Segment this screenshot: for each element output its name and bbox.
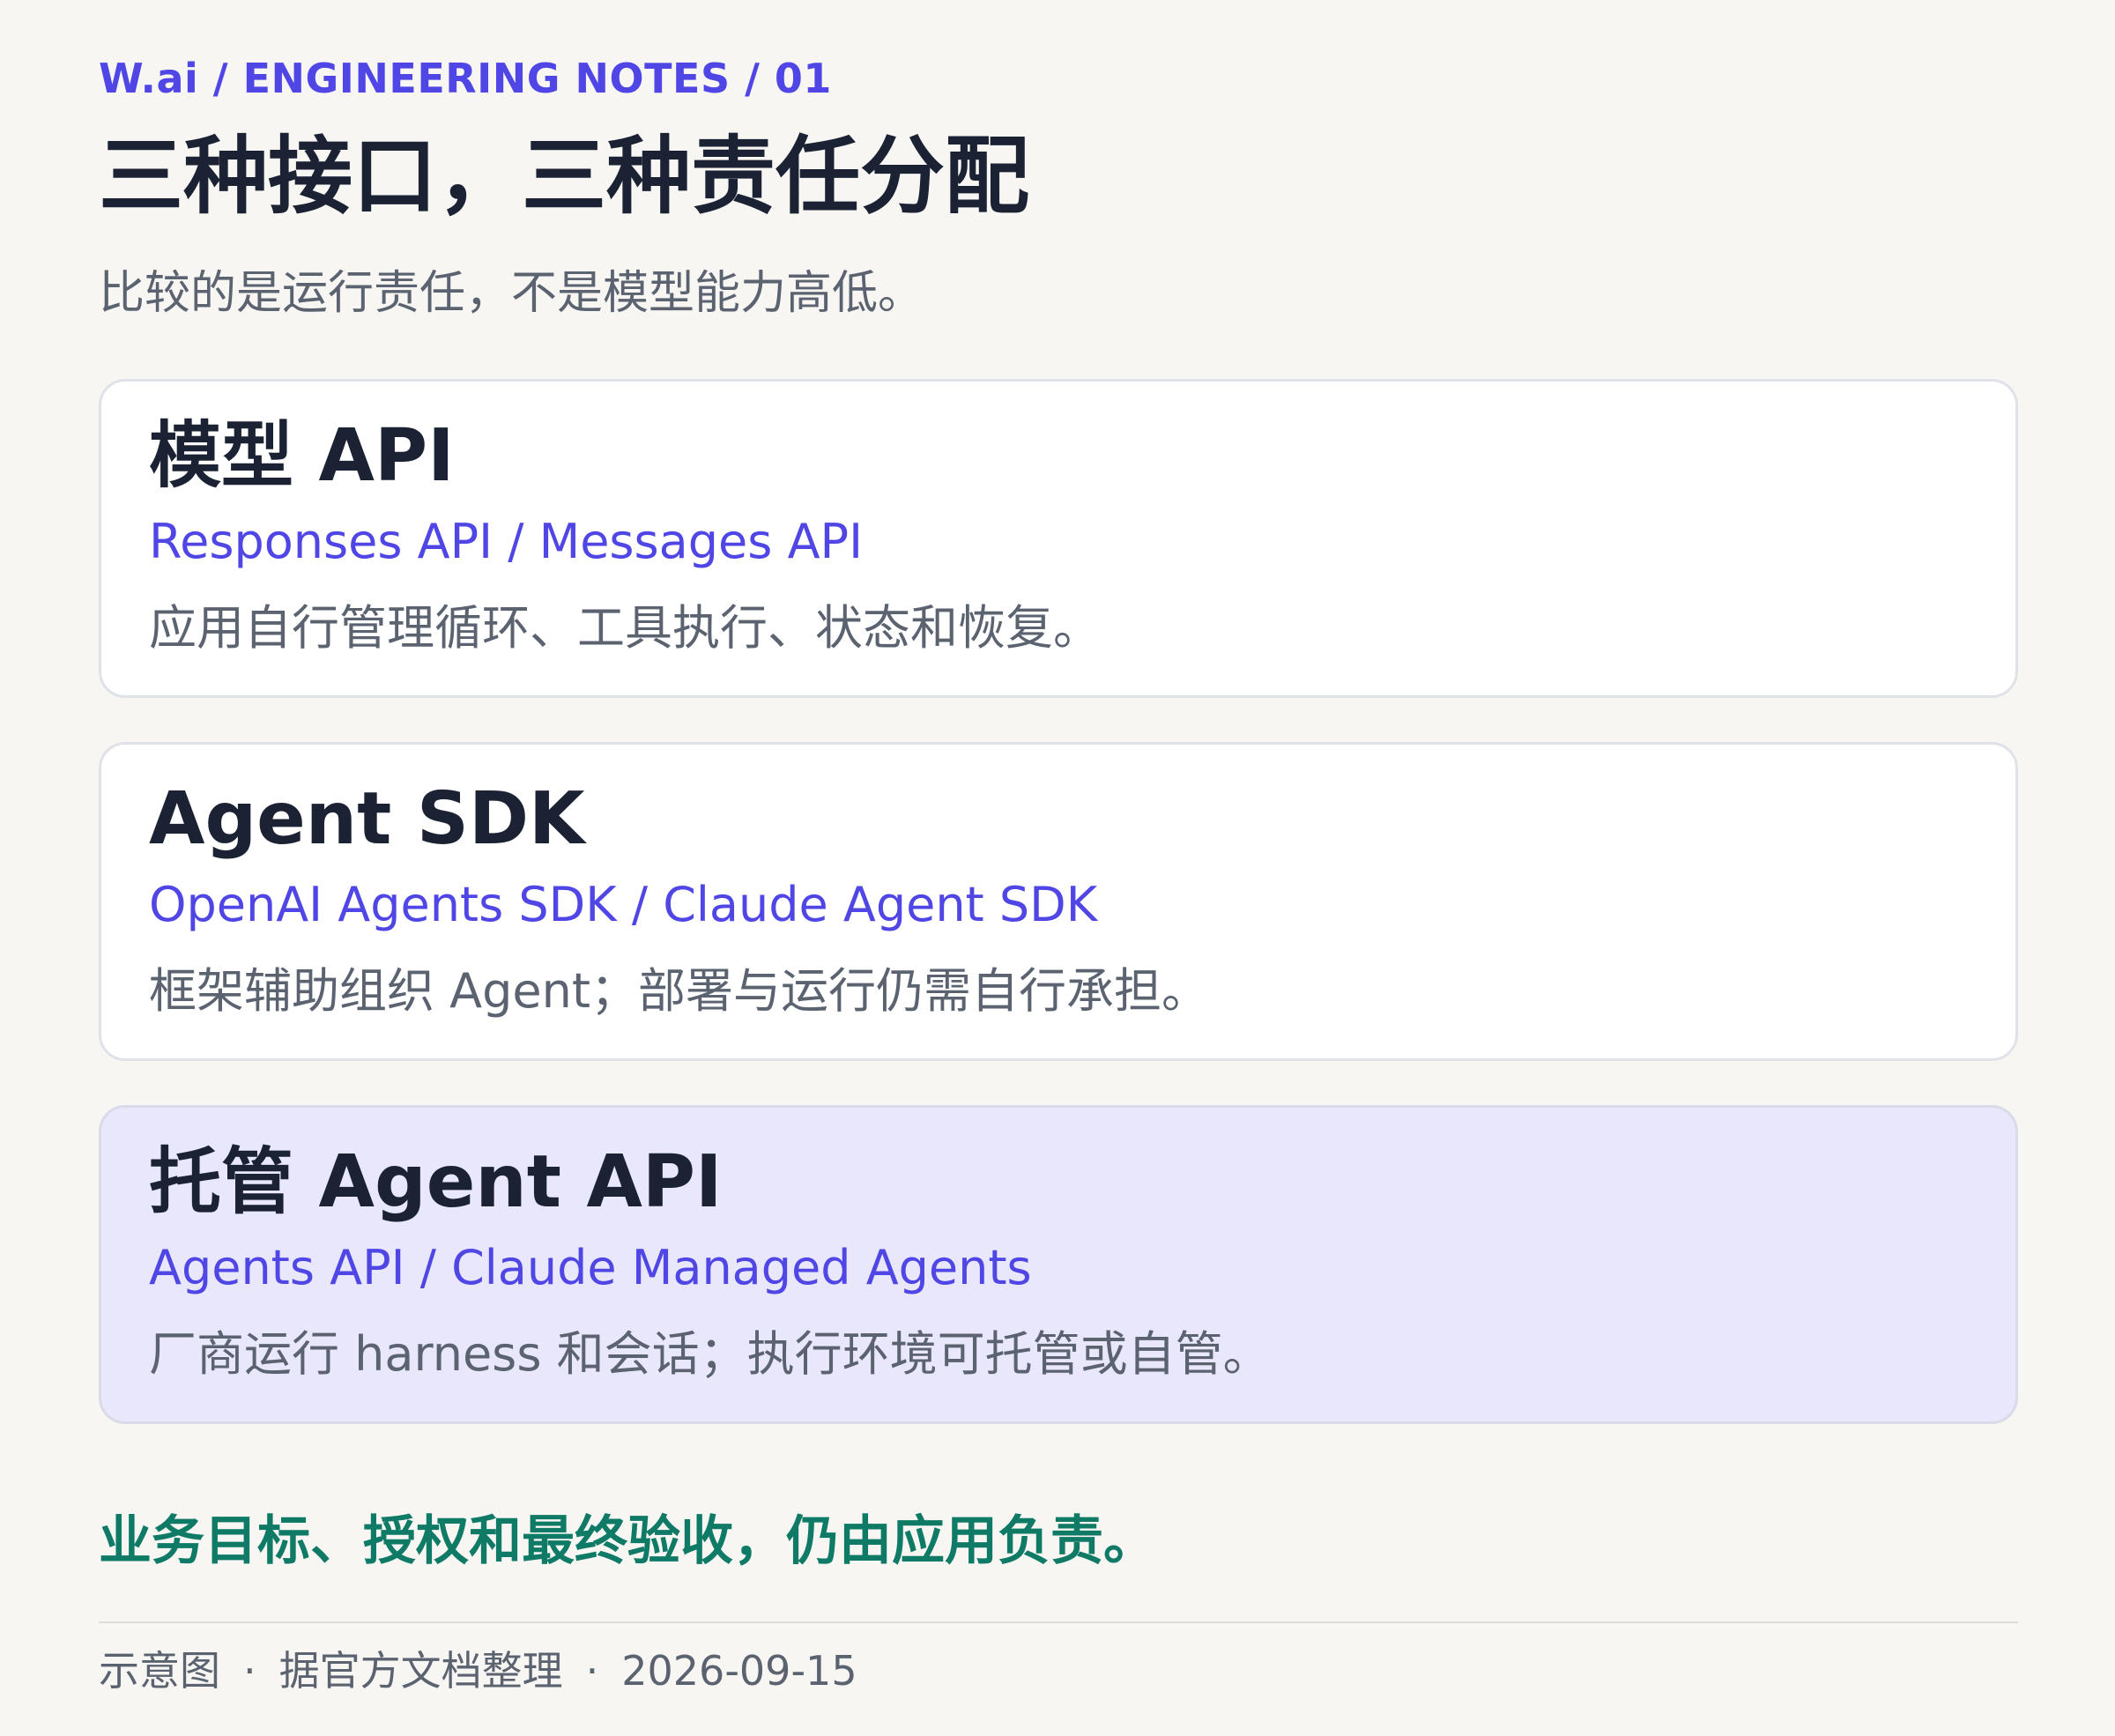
footer-separator: · bbox=[243, 1647, 256, 1695]
footer-separator: · bbox=[585, 1647, 599, 1695]
card-title: 模型 API bbox=[149, 414, 455, 498]
footer-date: 2026-09-15 bbox=[621, 1647, 857, 1695]
footer-source: 据官方文档整理 bbox=[278, 1647, 563, 1695]
card-title: 托管 Agent API bbox=[149, 1140, 723, 1224]
card-list: 模型 API Responses API / Messages API 应用自行… bbox=[99, 379, 2018, 1468]
card-description: 框架辅助组织 Agent；部署与运行仍需自行承担。 bbox=[149, 963, 1210, 1020]
card-description: 应用自行管理循环、工具执行、状态和恢复。 bbox=[149, 600, 1101, 657]
card-model-api: 模型 API Responses API / Messages API 应用自行… bbox=[99, 379, 2018, 698]
page-title: 三种接口，三种责任分配 bbox=[99, 127, 1029, 226]
card-products: Agents API / Claude Managed Agents bbox=[149, 1240, 1032, 1296]
card-title: Agent SDK bbox=[149, 777, 585, 861]
card-agent-sdk: Agent SDK OpenAI Agents SDK / Claude Age… bbox=[99, 742, 2018, 1061]
card-managed-agent-api: 托管 Agent API Agents API / Claude Managed… bbox=[99, 1105, 2018, 1424]
card-products: Responses API / Messages API bbox=[149, 514, 863, 570]
page-subtitle: 比较的是运行责任，不是模型能力高低。 bbox=[99, 267, 924, 320]
card-products: OpenAI Agents SDK / Claude Agent SDK bbox=[149, 877, 1098, 933]
eyebrow-breadcrumb: W.ai / ENGINEERING NOTES / 01 bbox=[99, 55, 832, 102]
footer: 示意图 · 据官方文档整理 · 2026-09-15 bbox=[99, 1639, 857, 1697]
footer-divider bbox=[99, 1621, 2018, 1623]
page: W.ai / ENGINEERING NOTES / 01 三种接口，三种责任分… bbox=[99, 0, 2018, 1736]
card-description: 厂商运行 harness 和会话；执行环境可托管或自管。 bbox=[149, 1326, 1271, 1383]
conclusion-text: 业务目标、授权和最终验收，仍由应用负责。 bbox=[99, 1510, 1156, 1572]
footer-type: 示意图 bbox=[99, 1647, 220, 1695]
